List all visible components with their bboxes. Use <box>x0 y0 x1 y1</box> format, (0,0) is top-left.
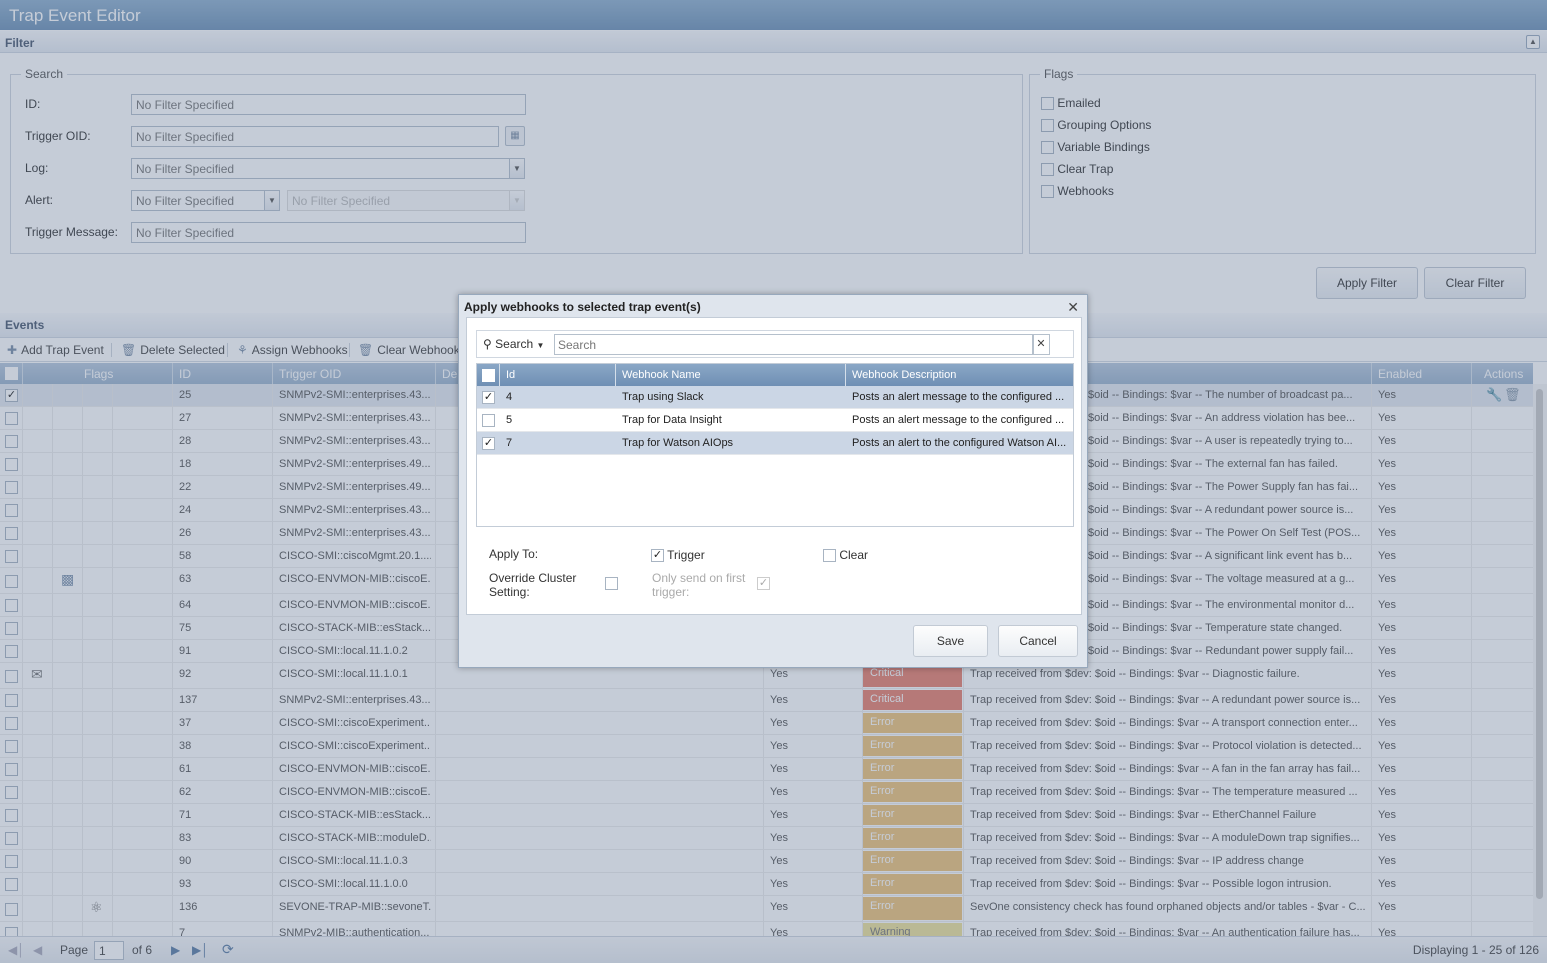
webhook-row-checkbox[interactable]: ✓ <box>482 437 495 450</box>
col-webhook-description[interactable]: Webhook Description <box>852 369 956 381</box>
clear-checkbox[interactable] <box>823 549 836 563</box>
webhook-search-input[interactable]: Search <box>554 334 1034 355</box>
webhook-row[interactable]: ✓ 7 Trap for Watson AIOps Posts an alert to… <box>477 432 1073 455</box>
webhook-row[interactable]: 5 Trap for Data Insight Posts an alert mes… <box>477 409 1073 432</box>
webhook-name: Trap using Slack <box>622 391 704 403</box>
webhook-search-bar: ⚲ Search ▼ Search ✕ <box>476 330 1074 358</box>
only-first-trigger-label: Only send on first trigger: <box>652 571 746 599</box>
webhook-name: Trap for Watson AIOps <box>622 437 734 449</box>
col-webhook-name[interactable]: Webhook Name <box>622 369 701 381</box>
divider <box>499 364 500 386</box>
webhook-id: 7 <box>506 437 513 449</box>
trigger-label: Trigger <box>667 548 705 562</box>
save-button[interactable]: Save <box>913 625 988 657</box>
webhook-description: Posts an alert message to the configured… <box>852 414 1065 426</box>
webhook-row-checkbox[interactable] <box>482 414 495 427</box>
select-all-webhooks-checkbox[interactable] <box>482 369 495 382</box>
webhooks-grid-header: Id Webhook Name Webhook Description <box>477 364 1073 386</box>
webhook-row[interactable]: ✓ 4 Trap using Slack Posts an alert message… <box>477 386 1073 409</box>
override-cluster-label: Override Cluster Setting: <box>489 571 577 599</box>
webhook-row-checkbox[interactable]: ✓ <box>482 391 495 404</box>
search-mode-button[interactable]: ⚲ Search ▼ <box>483 337 544 351</box>
apply-to-label: Apply To: <box>489 547 539 561</box>
clear-option[interactable]: Clear <box>823 548 869 563</box>
clear-label: Clear <box>839 548 869 562</box>
search-icon: ⚲ <box>483 337 492 351</box>
only-first-trigger-checkbox: ✓ <box>757 577 770 590</box>
clear-search-icon[interactable]: ✕ <box>1032 334 1050 355</box>
webhooks-grid: Id Webhook Name Webhook Description ✓ 4 Tr… <box>476 363 1074 527</box>
webhook-id: 5 <box>506 414 513 426</box>
dialog-body: ⚲ Search ▼ Search ✕ Id Webhook Name Webh… <box>466 317 1082 615</box>
apply-webhooks-dialog: Apply webhooks to selected trap event(s)… <box>458 294 1088 668</box>
webhook-description: Posts an alert message to the configured… <box>852 391 1065 403</box>
close-icon[interactable]: ✕ <box>1067 299 1079 316</box>
override-cluster-checkbox[interactable] <box>605 577 618 590</box>
cancel-button[interactable]: Cancel <box>998 625 1078 657</box>
divider <box>845 364 846 386</box>
webhook-id: 4 <box>506 391 513 403</box>
webhook-description: Posts an alert to the configured Watson … <box>852 437 1067 449</box>
dialog-title: Apply webhooks to selected trap event(s) <box>464 300 701 314</box>
webhook-name: Trap for Data Insight <box>622 414 722 426</box>
search-mode-label: Search <box>495 337 534 351</box>
chevron-down-icon: ▼ <box>536 341 545 350</box>
trigger-checkbox[interactable]: ✓ <box>651 549 664 563</box>
divider <box>615 364 616 386</box>
trigger-option[interactable]: ✓ Trigger <box>651 548 705 563</box>
col-webhook-id[interactable]: Id <box>506 369 515 381</box>
